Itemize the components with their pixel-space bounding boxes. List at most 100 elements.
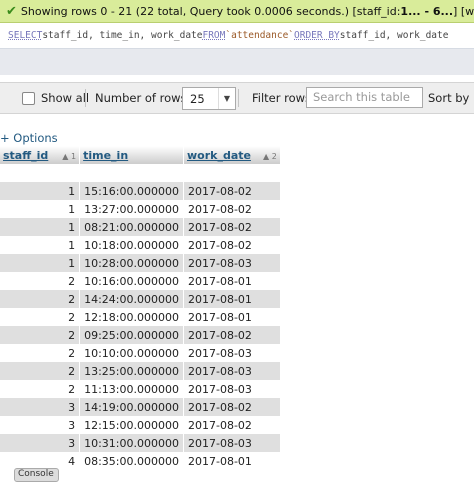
- query-actions-band: [0, 49, 474, 75]
- cell-time-in: 08:21:00.000000: [79, 218, 184, 236]
- table-row[interactable]: 1 08:21:00.000000 2017-08-02: [0, 218, 281, 236]
- cell-staff-id: 1: [0, 200, 81, 218]
- cell-time-in: 08:35:00.000000: [79, 452, 184, 470]
- cell-staff-id: 2: [0, 272, 81, 290]
- success-banner: ✔ Showing rows 0 - 21 (22 total, Query t…: [0, 0, 474, 23]
- cell-time-in: 09:25:00.000000: [79, 326, 184, 344]
- cell-work-date: 2017-08-03: [183, 254, 281, 272]
- cell-work-date: 2017-08-03: [183, 362, 281, 380]
- cell-staff-id: 3: [0, 398, 81, 416]
- cell-work-date: 2017-08-01: [183, 290, 281, 308]
- cell-time-in: 10:28:00.000000: [79, 254, 184, 272]
- cell-time-in: 14:19:00.000000: [79, 398, 184, 416]
- cell-staff-id: 2: [0, 308, 81, 326]
- chevron-down-icon: ▼: [218, 88, 235, 109]
- cell-time-in: 12:18:00.000000: [79, 308, 184, 326]
- cell-work-date: 2017-08-03: [183, 434, 281, 452]
- number-of-rows-label: Number of rows:: [95, 91, 191, 105]
- banner-staff-range: 1... - 6...: [400, 4, 454, 18]
- cell-work-date: 2017-08-02: [183, 200, 281, 218]
- toolbar-divider: [238, 89, 239, 107]
- cell-staff-id: 1: [0, 254, 81, 272]
- cell-work-date: 2017-08-02: [183, 218, 281, 236]
- table-header-row: staff_id ▲ 1 time_in work_date ▲ 2: [0, 146, 281, 164]
- cell-staff-id: 1: [0, 182, 81, 200]
- cell-work-date: 2017-08-02: [183, 416, 281, 434]
- number-of-rows-select[interactable]: 25 ▼: [182, 87, 236, 110]
- cell-time-in: [79, 164, 184, 182]
- table-row[interactable]: 2 11:13:00.000000 2017-08-03: [0, 380, 281, 398]
- cell-time-in: 10:16:00.000000: [79, 272, 184, 290]
- column-header-work-date[interactable]: work_date ▲ 2: [183, 146, 281, 164]
- cell-work-date: [183, 164, 281, 182]
- cell-work-date: 2017-08-02: [183, 398, 281, 416]
- table-row[interactable]: 3 12:15:00.000000 2017-08-02: [0, 416, 281, 434]
- cell-staff-id: 2: [0, 380, 81, 398]
- cell-staff-id: 2: [0, 344, 81, 362]
- cell-staff-id: [0, 164, 81, 182]
- filter-rows-input[interactable]: Search this table: [306, 87, 423, 108]
- table-row[interactable]: 2 09:25:00.000000 2017-08-02: [0, 326, 281, 344]
- number-of-rows-value: 25: [190, 91, 205, 106]
- cell-staff-id: 2: [0, 290, 81, 308]
- cell-work-date: 2017-08-02: [183, 182, 281, 200]
- cell-work-date: 2017-08-03: [183, 380, 281, 398]
- cell-work-date: 2017-08-01: [183, 272, 281, 290]
- column-header-staff-id[interactable]: staff_id ▲ 1: [0, 146, 81, 164]
- column-header-time-in[interactable]: time_in: [79, 146, 184, 164]
- table-row[interactable]: 2 12:18:00.000000 2017-08-01: [0, 308, 281, 326]
- cell-staff-id: 1: [0, 236, 81, 254]
- cell-time-in: 13:27:00.000000: [79, 200, 184, 218]
- sql-from-keyword[interactable]: FROM: [202, 30, 225, 41]
- sort-ascending-icon: ▲ 2: [262, 151, 277, 161]
- navigation-toolbar: Show all Number of rows: 25 ▼ Filter row…: [0, 82, 474, 114]
- cell-staff-id: 1: [0, 218, 81, 236]
- sql-query-box: SELECT staff_id, time_in, work_date FROM…: [0, 23, 474, 49]
- check-icon: ✔: [6, 3, 17, 19]
- sql-order-columns: staff_id, work_date: [339, 30, 449, 41]
- toolbar-divider: [85, 89, 86, 107]
- table-row[interactable]: 3 14:19:00.000000 2017-08-02: [0, 398, 281, 416]
- banner-text-prefix: Showing rows 0 - 21 (22 total, Query too…: [20, 4, 401, 18]
- sort-by-key-label: Sort by ke: [428, 91, 474, 105]
- show-all-checkbox-wrap[interactable]: Show all: [22, 83, 89, 113]
- banner-text-mid: ] [work_date:: [453, 4, 474, 18]
- table-row[interactable]: [0, 164, 281, 182]
- sort-ascending-icon: ▲ 1: [62, 151, 77, 161]
- cell-staff-id: 2: [0, 326, 81, 344]
- cell-work-date: 2017-08-01: [183, 308, 281, 326]
- table-row[interactable]: 2 13:25:00.000000 2017-08-03: [0, 362, 281, 380]
- cell-time-in: 10:18:00.000000: [79, 236, 184, 254]
- cell-work-date: 2017-08-03: [183, 344, 281, 362]
- table-row[interactable]: 1 10:28:00.000000 2017-08-03: [0, 254, 281, 272]
- cell-time-in: 15:16:00.000000: [79, 182, 184, 200]
- cell-time-in: 12:15:00.000000: [79, 416, 184, 434]
- sql-columns: staff_id, time_in, work_date: [42, 30, 203, 41]
- table-row[interactable]: 2 10:16:00.000000 2017-08-01: [0, 272, 281, 290]
- table-row[interactable]: 1 15:16:00.000000 2017-08-02: [0, 182, 281, 200]
- cell-work-date: 2017-08-02: [183, 236, 281, 254]
- show-all-label: Show all: [41, 91, 90, 105]
- cell-time-in: 13:25:00.000000: [79, 362, 184, 380]
- cell-staff-id: 3: [0, 416, 81, 434]
- cell-work-date: 2017-08-02: [183, 326, 281, 344]
- cell-staff-id: 3: [0, 434, 81, 452]
- cell-time-in: 14:24:00.000000: [79, 290, 184, 308]
- table-row[interactable]: 3 10:31:00.000000 2017-08-03: [0, 434, 281, 452]
- cell-time-in: 10:10:00.000000: [79, 344, 184, 362]
- show-all-checkbox[interactable]: [22, 91, 35, 105]
- cell-work-date: 2017-08-01: [183, 452, 281, 470]
- cell-time-in: 10:31:00.000000: [79, 434, 184, 452]
- cell-time-in: 11:13:00.000000: [79, 380, 184, 398]
- table-row[interactable]: 1 10:18:00.000000 2017-08-02: [0, 236, 281, 254]
- cell-staff-id: 2: [0, 362, 81, 380]
- sql-select-keyword[interactable]: SELECT: [8, 30, 42, 41]
- console-button[interactable]: Console: [14, 468, 59, 482]
- results-table: staff_id ▲ 1 time_in work_date ▲ 2 1 15:16:…: [0, 146, 281, 470]
- sql-orderby-keyword[interactable]: ORDER BY: [294, 30, 340, 41]
- table-row[interactable]: 1 13:27:00.000000 2017-08-02: [0, 200, 281, 218]
- table-row[interactable]: 2 10:10:00.000000 2017-08-03: [0, 344, 281, 362]
- table-row[interactable]: 2 14:24:00.000000 2017-08-01: [0, 290, 281, 308]
- sql-table-name: `attendance`: [225, 30, 295, 41]
- options-link[interactable]: + Options: [0, 131, 58, 145]
